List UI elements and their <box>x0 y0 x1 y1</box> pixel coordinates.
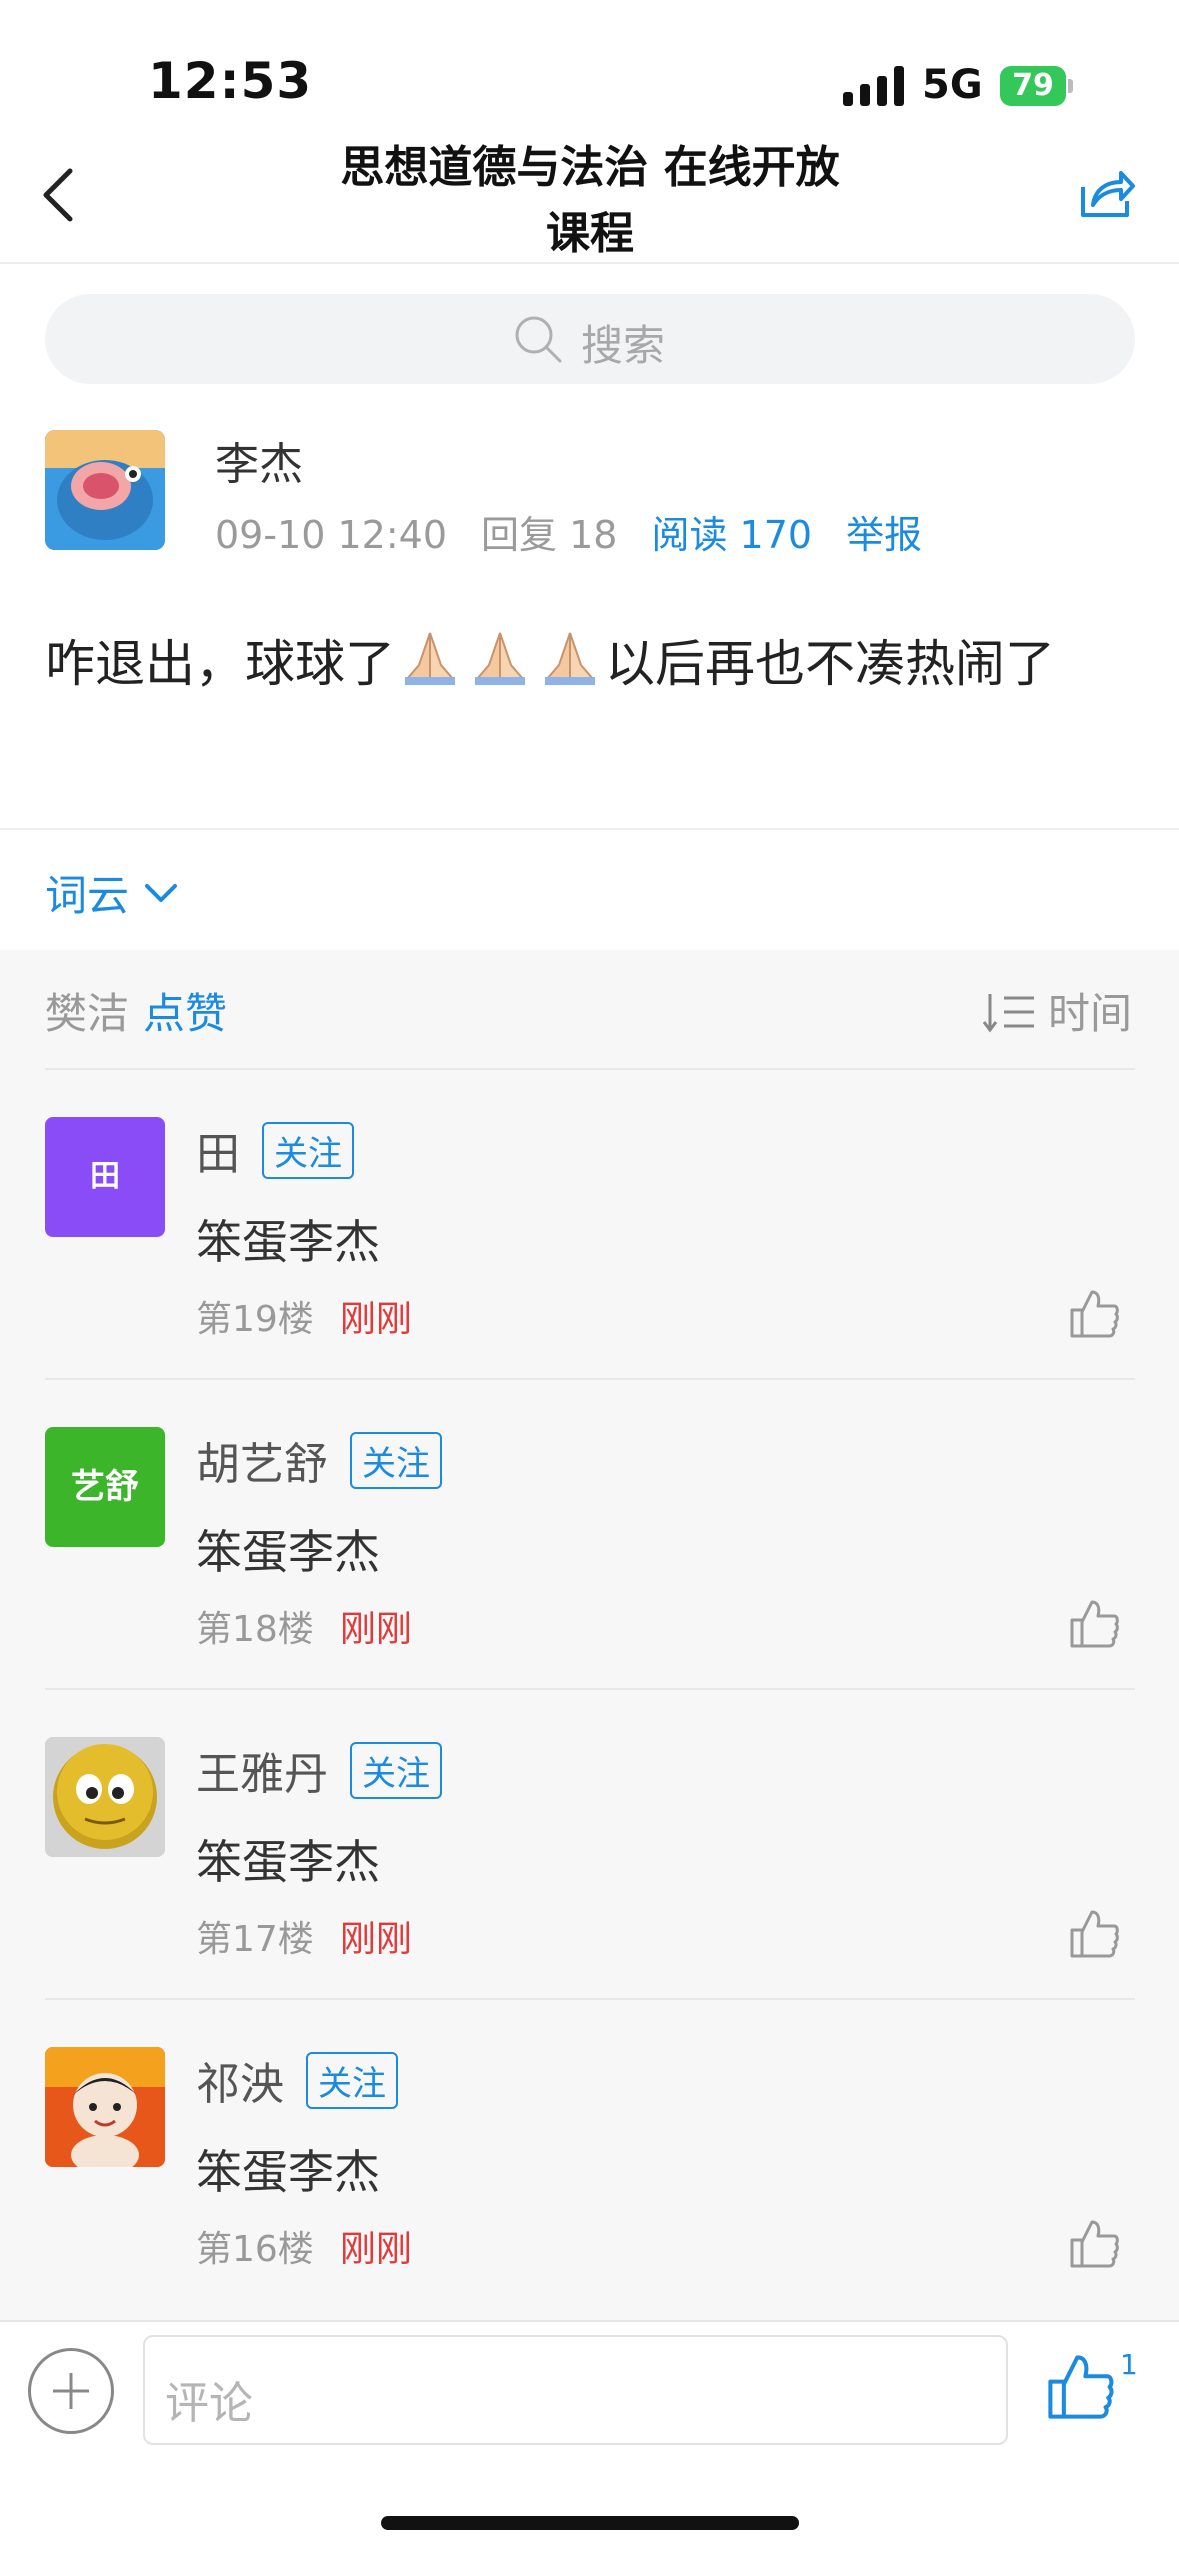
floor-number: 第16楼 <box>196 2229 314 2270</box>
folded-hands-icon <box>399 629 461 687</box>
comment-floor: 第18楼 刚刚 <box>196 1600 412 1652</box>
comment-author: 祁泱 关注 <box>196 2048 398 2112</box>
battery-level: 79 <box>1012 68 1054 103</box>
follow-button[interactable]: 关注 <box>350 1432 442 1489</box>
status-bar: 12:53 5G 79 <box>0 0 1179 140</box>
folded-hands-icon <box>539 629 601 687</box>
comment-author: 王雅丹 关注 <box>196 1738 442 1802</box>
thumbs-up-icon[interactable] <box>1045 2352 1115 2422</box>
comment-text: 笨蛋李杰 <box>196 1215 380 1269</box>
add-button[interactable] <box>28 2348 114 2434</box>
post-reads: 阅读 170 <box>651 513 813 557</box>
comment-time: 刚刚 <box>339 1919 412 1960</box>
nav-divider <box>0 262 1179 264</box>
sort-button[interactable]: 时间 <box>982 980 1132 1041</box>
comment-author-name[interactable]: 王雅丹 <box>196 1749 328 1800</box>
page-title-line1: 思想道德与法治 在线开放 <box>340 142 840 193</box>
folded-hands-icon <box>469 629 531 687</box>
report-link[interactable]: 举报 <box>846 513 922 557</box>
post-content: 咋退出，球球了 以后再也不凑热闹了 <box>45 624 1055 696</box>
thumbs-up-icon[interactable] <box>1068 2218 1120 2270</box>
floor-number: 第19楼 <box>196 1299 314 1340</box>
floor-number: 第18楼 <box>196 1609 314 1650</box>
word-cloud-label: 词云 <box>45 871 130 920</box>
thumbs-up-icon[interactable] <box>1068 1908 1120 1960</box>
battery-icon: 79 <box>1000 66 1073 106</box>
sort-icon <box>982 994 1034 1033</box>
comment-text: 笨蛋李杰 <box>196 2145 380 2199</box>
post-datetime: 09-10 12:40 <box>215 513 448 557</box>
comment-time: 刚刚 <box>339 2229 412 2270</box>
likers-names[interactable]: 樊洁 <box>45 989 129 1038</box>
comment-time: 刚刚 <box>339 1299 412 1340</box>
comment-floor: 第17楼 刚刚 <box>196 1910 412 1962</box>
comment-time: 刚刚 <box>339 1609 412 1650</box>
chevron-down-icon <box>143 867 179 902</box>
avatar[interactable]: 田 <box>45 1117 165 1237</box>
post-content-after: 以后再也不凑热闹了 <box>605 635 1055 693</box>
post-replies: 回复 18 <box>481 513 618 557</box>
back-icon[interactable] <box>36 165 86 225</box>
word-cloud-toggle[interactable]: 词云 <box>45 862 179 922</box>
thumbs-up-icon[interactable] <box>1068 1288 1120 1340</box>
comment-item: 祁泱 关注 笨蛋李杰 第16楼 刚刚 <box>0 2000 1179 2310</box>
follow-button[interactable]: 关注 <box>350 1742 442 1799</box>
comment-author: 田关注 <box>196 1118 354 1182</box>
likes-row: 樊洁 点赞 <box>45 980 227 1041</box>
section-divider <box>0 828 1179 830</box>
plus-icon <box>53 2373 89 2409</box>
post-author-avatar[interactable] <box>45 430 165 550</box>
comment-floor: 第19楼 刚刚 <box>196 1290 412 1342</box>
like-count: 1 <box>1120 2348 1138 2381</box>
home-indicator[interactable] <box>381 2516 799 2530</box>
network-label: 5G <box>922 62 983 108</box>
follow-button[interactable]: 关注 <box>306 2052 398 2109</box>
comment-author-name[interactable]: 胡艺舒 <box>196 1439 328 1490</box>
comment-author-name[interactable]: 祁泱 <box>196 2059 284 2110</box>
comment-author-name[interactable]: 田 <box>196 1129 240 1180</box>
comment-item: 艺舒 胡艺舒 关注 笨蛋李杰 第18楼 刚刚 <box>0 1380 1179 1690</box>
avatar-text: 艺舒 <box>71 1467 139 1507</box>
avatar[interactable] <box>45 1737 165 1857</box>
post-author-name[interactable]: 李杰 <box>215 428 303 492</box>
share-icon[interactable] <box>1075 165 1135 223</box>
avatar[interactable] <box>45 2047 165 2167</box>
comment-floor: 第16楼 刚刚 <box>196 2220 412 2272</box>
comment-item: 王雅丹 关注 笨蛋李杰 第17楼 刚刚 <box>0 1690 1179 2000</box>
post-meta: 09-10 12:40 回复 18 阅读 170 举报 <box>215 504 956 559</box>
search-icon <box>512 313 564 365</box>
comment-item: 田 田关注 笨蛋李杰 第19楼 刚刚 <box>0 1070 1179 1380</box>
follow-button[interactable]: 关注 <box>262 1122 354 1179</box>
comment-author: 胡艺舒 关注 <box>196 1428 442 1492</box>
floor-number: 第17楼 <box>196 1919 314 1960</box>
avatar-text: 田 <box>90 1159 120 1194</box>
search-placeholder: 搜索 <box>581 321 666 370</box>
likes-action: 点赞 <box>143 989 228 1038</box>
post-content-before: 咋退出，球球了 <box>45 635 395 693</box>
sort-label: 时间 <box>1047 989 1132 1038</box>
search-input[interactable]: 搜索 <box>45 294 1135 384</box>
page-title-line2: 课程 <box>546 208 634 259</box>
status-time: 12:53 <box>148 52 313 110</box>
thumbs-up-icon[interactable] <box>1068 1598 1120 1650</box>
signal-icon <box>843 66 905 106</box>
comment-text: 笨蛋李杰 <box>196 1525 380 1579</box>
page-title: 思想道德与法治 在线开放 课程 <box>250 135 930 267</box>
avatar[interactable]: 艺舒 <box>45 1427 165 1547</box>
comment-text: 笨蛋李杰 <box>196 1835 380 1889</box>
comment-input[interactable]: 评论 <box>143 2335 1008 2445</box>
